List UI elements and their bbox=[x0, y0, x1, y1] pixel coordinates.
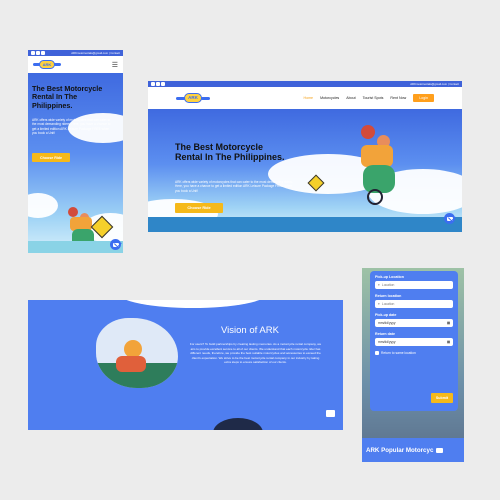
return-location-placeholder: Location bbox=[381, 302, 395, 306]
booking-panel: Pick-up Location ⌖ Location Return locati… bbox=[362, 268, 464, 462]
return-location-label: Return location bbox=[375, 294, 402, 298]
chat-fab[interactable] bbox=[110, 239, 121, 250]
nav-motorcycles[interactable]: Motorcycles bbox=[320, 96, 339, 100]
social-icons bbox=[151, 81, 166, 87]
mail-icon bbox=[446, 216, 453, 221]
mail-icon[interactable] bbox=[436, 447, 444, 453]
desktop-hero-panel: ARKmotorrentals@gmail.com | Contact ARK … bbox=[148, 81, 462, 232]
vision-title: Vision of ARK bbox=[221, 325, 279, 336]
ark-logo[interactable]: ARK bbox=[33, 60, 61, 69]
return-date-placeholder: mm/dd/yyyy bbox=[378, 340, 396, 344]
same-location-checkbox[interactable] bbox=[375, 351, 379, 355]
ark-logo[interactable]: ARK bbox=[176, 93, 210, 103]
desktop-navbar: ARK Home Motorcycles About Tourist Spots… bbox=[148, 87, 462, 109]
desktop-hero-section: The Best Motorcycle Rental In The Philip… bbox=[148, 109, 462, 232]
logo-bubble: ARK bbox=[184, 93, 202, 103]
sea bbox=[148, 217, 462, 232]
nav-home[interactable]: Home bbox=[303, 96, 313, 100]
nav-rent-now[interactable]: Rent Now bbox=[390, 96, 406, 100]
vision-illustration bbox=[96, 318, 178, 388]
mobile-hero-headline: The Best Motorcycle Rental In The Philip… bbox=[32, 84, 103, 110]
social-icons bbox=[31, 50, 46, 56]
return-date-input[interactable]: mm/dd/yyyy ▦ bbox=[375, 338, 453, 346]
mail-icon[interactable] bbox=[326, 410, 335, 417]
pickup-date-input[interactable]: mm/dd/yyyy ▦ bbox=[375, 319, 453, 327]
popular-heading: ARK Popular Motorcyc bbox=[366, 446, 434, 454]
login-button[interactable]: Login bbox=[413, 94, 434, 102]
logo-wing-right bbox=[201, 96, 210, 100]
mobile-hero-section: The Best Motorcycle Rental In The Philip… bbox=[28, 73, 123, 253]
pickup-date-label: Pick-up date bbox=[375, 313, 397, 317]
chat-fab[interactable] bbox=[444, 213, 455, 224]
location-pin-icon: ⌖ bbox=[378, 283, 380, 287]
riders-illustration bbox=[343, 117, 418, 212]
vision-panel: Vision of ARK For users? To build partne… bbox=[28, 300, 343, 430]
mobile-hero-body: ARK offers wide variety of motorcycles t… bbox=[32, 118, 111, 136]
pickup-location-input[interactable]: ⌖ Location bbox=[375, 281, 453, 289]
mobile-hero-panel: ARKmotorrentals@gmail.com | Contact ARK … bbox=[28, 50, 123, 253]
mobile-navbar: ARK ☰ bbox=[28, 56, 123, 73]
pickup-location-placeholder: Location bbox=[381, 283, 395, 287]
mail-icon bbox=[112, 242, 119, 247]
logo-wing-right bbox=[54, 63, 61, 66]
bottom-shape bbox=[213, 418, 263, 430]
calendar-icon[interactable]: ▦ bbox=[447, 340, 450, 344]
desktop-hero-headline: The Best Motorcycle Rental In The Philip… bbox=[175, 142, 285, 162]
desktop-hero-body: ARK offers wide variety of motorcycles t… bbox=[175, 180, 293, 193]
logo-bubble: ARK bbox=[39, 60, 55, 69]
return-location-input[interactable]: ⌖ Location bbox=[375, 300, 453, 308]
return-date-label: Return date bbox=[375, 332, 395, 336]
pickup-location-label: Pick-up Location bbox=[375, 275, 404, 279]
location-pin-icon: ⌖ bbox=[378, 302, 380, 306]
choose-ride-button[interactable]: Choose Ride bbox=[32, 153, 70, 162]
nav-tourist-spots[interactable]: Tourist Spots bbox=[363, 96, 384, 100]
nav-about[interactable]: About bbox=[346, 96, 355, 100]
contact-email[interactable]: ARKmotorrentals@gmail.com | Contact bbox=[71, 51, 120, 55]
choose-ride-button[interactable]: Choose Ride bbox=[175, 203, 223, 213]
popular-section: ARK Popular Motorcyc bbox=[362, 438, 464, 462]
top-wave bbox=[118, 300, 268, 308]
sea bbox=[28, 241, 123, 253]
hamburger-menu-icon[interactable]: ☰ bbox=[112, 61, 118, 69]
submit-button[interactable]: Submit bbox=[431, 393, 453, 403]
contact-email[interactable]: ARKmotorrentals@gmail.com | Contact bbox=[410, 82, 459, 86]
nav-links: Home Motorcycles About Tourist Spots Ren… bbox=[303, 94, 434, 102]
pickup-date-placeholder: mm/dd/yyyy bbox=[378, 321, 396, 325]
cloud bbox=[28, 193, 58, 218]
vision-body: For users? To build partnerships by crea… bbox=[189, 342, 322, 364]
calendar-icon[interactable]: ▦ bbox=[447, 321, 450, 325]
same-location-row: Return to same location bbox=[375, 351, 453, 355]
booking-form: Pick-up Location ⌖ Location Return locati… bbox=[370, 271, 458, 411]
same-location-label: Return to same location bbox=[381, 351, 416, 355]
